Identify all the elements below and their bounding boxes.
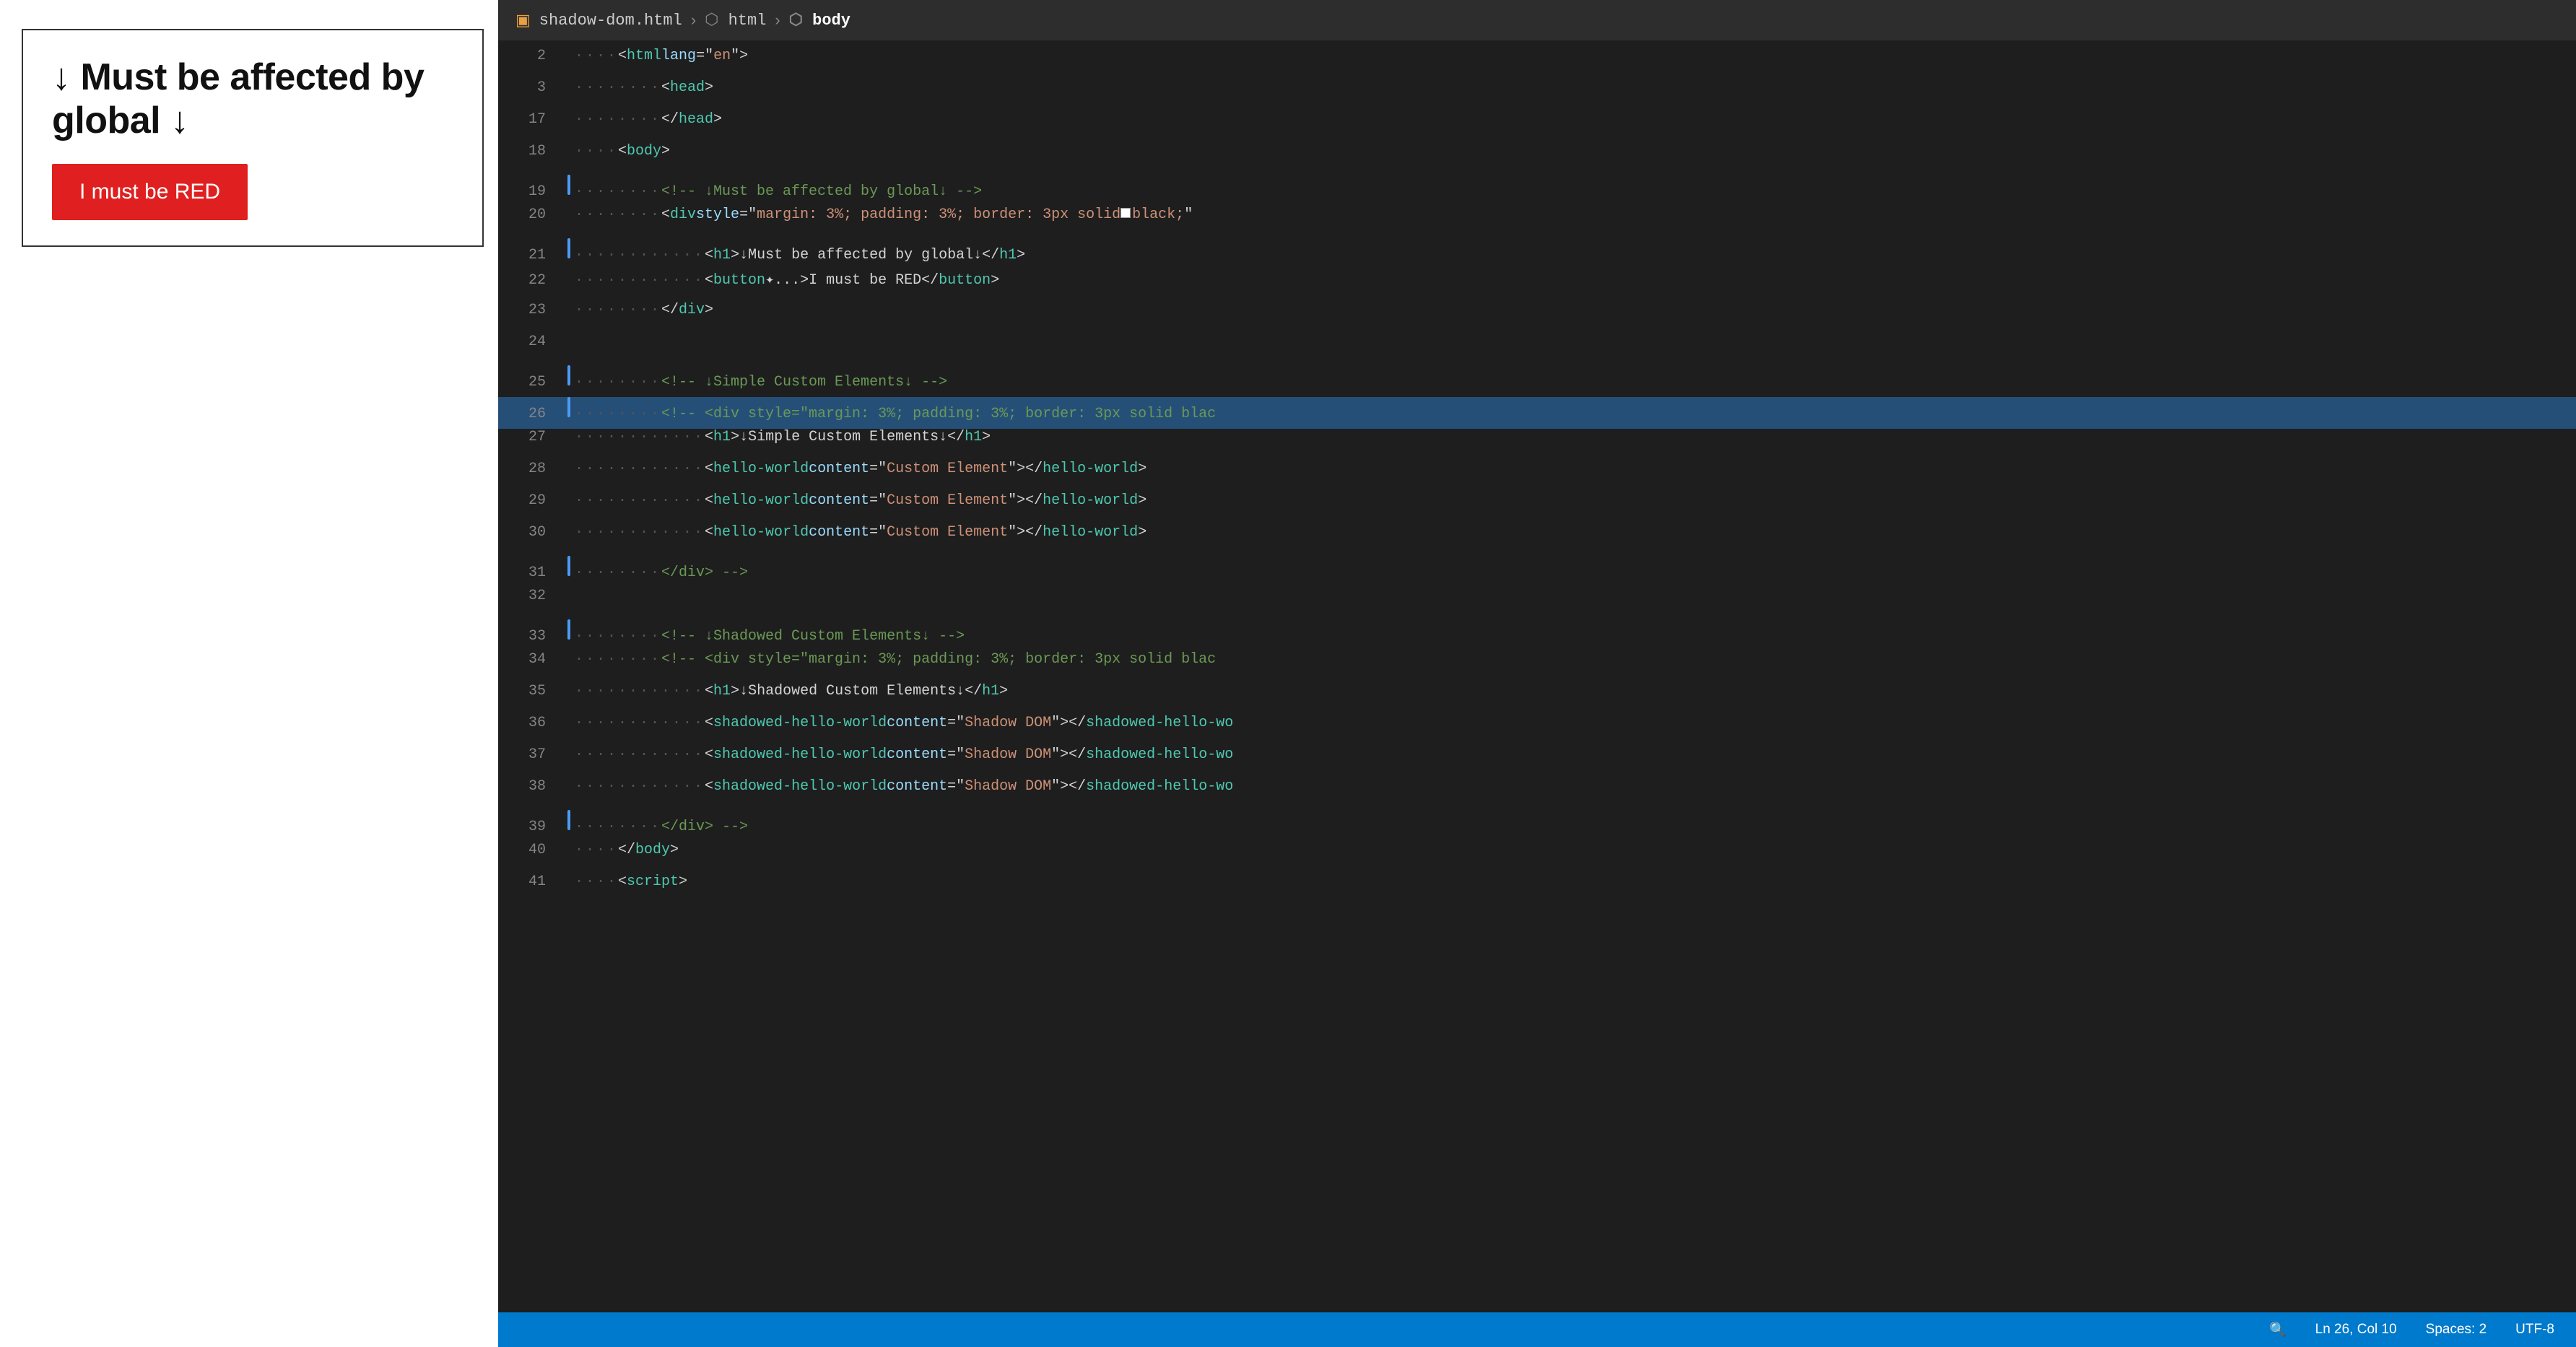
red-button[interactable]: I must be RED bbox=[52, 164, 248, 220]
code-line-25: 25 ········ <!-- ↓Simple Custom Elements… bbox=[498, 365, 2576, 397]
code-line-36: 36 ············ <shadowed-hello-world co… bbox=[498, 715, 2576, 746]
cursor-position: Ln 26, Col 10 bbox=[2315, 1322, 2397, 1338]
code-line-41: 41 ···· <script> bbox=[498, 873, 2576, 905]
magnifier-symbol: 🔍 bbox=[2269, 1321, 2286, 1338]
code-line-29: 29 ············ <hello-world content="Cu… bbox=[498, 492, 2576, 524]
code-line-22: 22 ············ <button ✦... > I must be… bbox=[498, 270, 2576, 302]
code-line-17: 17 ········ </head> bbox=[498, 111, 2576, 143]
code-line-21: 21 ············ <h1> ↓Must be affected b… bbox=[498, 238, 2576, 270]
code-line-38: 38 ············ <shadowed-hello-world co… bbox=[498, 778, 2576, 810]
file-icon: ▣ bbox=[515, 11, 531, 30]
code-editor-panel: ▣ shadow-dom.html › ⬡ html › ⬡ body 2 ··… bbox=[498, 0, 2576, 1347]
code-area: 2 ···· <html lang="en"> 3 ········ <head… bbox=[498, 40, 2576, 1312]
code-line-33: 33 ········ <!-- ↓Shadowed Custom Elemen… bbox=[498, 619, 2576, 651]
code-line-27: 27 ············ <h1> ↓Simple Custom Elem… bbox=[498, 429, 2576, 461]
code-line-40: 40 ···· </body> bbox=[498, 842, 2576, 873]
code-line-34: 34 ········ <!-- <div style="margin: 3%;… bbox=[498, 651, 2576, 683]
code-line-31: 31 ········ </div> --> bbox=[498, 556, 2576, 588]
breadcrumb-tag2: ⬡ body bbox=[789, 11, 850, 30]
code-line-24: 24 bbox=[498, 334, 2576, 365]
code-line-23: 23 ········ </div> bbox=[498, 302, 2576, 334]
magnifier-icon: 🔍 bbox=[2269, 1321, 2286, 1338]
code-line-30: 30 ············ <hello-world content="Cu… bbox=[498, 524, 2576, 556]
status-bar: 🔍 Ln 26, Col 10 Spaces: 2 UTF-8 bbox=[498, 1312, 2576, 1347]
code-line-26: 26 ········ <!-- <div style="margin: 3%;… bbox=[498, 397, 2576, 429]
breadcrumb-sep-2: › bbox=[775, 11, 780, 30]
breadcrumb-file: shadow-dom.html bbox=[539, 12, 682, 30]
code-line-37: 37 ············ <shadowed-hello-world co… bbox=[498, 746, 2576, 778]
code-line-20: 20 ········ <div style="margin: 3%; padd… bbox=[498, 206, 2576, 238]
preview-title: ↓ Must be affected by global ↓ bbox=[52, 56, 453, 142]
encoding: UTF-8 bbox=[2515, 1322, 2554, 1338]
code-line-18: 18 ···· <body> bbox=[498, 143, 2576, 175]
breadcrumb-sep-1: › bbox=[691, 11, 696, 30]
preview-box: ↓ Must be affected by global ↓ I must be… bbox=[22, 29, 484, 247]
preview-panel: ↓ Must be affected by global ↓ I must be… bbox=[0, 0, 498, 1347]
code-line-19: 19 ········ <!-- ↓Must be affected by gl… bbox=[498, 175, 2576, 206]
breadcrumb-tag1: ⬡ html bbox=[705, 11, 766, 30]
code-line-35: 35 ············ <h1> ↓Shadowed Custom El… bbox=[498, 683, 2576, 715]
code-line-39: 39 ········ </div> --> bbox=[498, 810, 2576, 842]
editor-titlebar: ▣ shadow-dom.html › ⬡ html › ⬡ body bbox=[498, 0, 2576, 40]
spaces-setting: Spaces: 2 bbox=[2426, 1322, 2487, 1338]
code-line-32: 32 bbox=[498, 588, 2576, 619]
code-line-28: 28 ············ <hello-world content="Cu… bbox=[498, 461, 2576, 492]
code-line-3: 3 ········ <head> bbox=[498, 79, 2576, 111]
code-line-2: 2 ···· <html lang="en"> bbox=[498, 48, 2576, 79]
